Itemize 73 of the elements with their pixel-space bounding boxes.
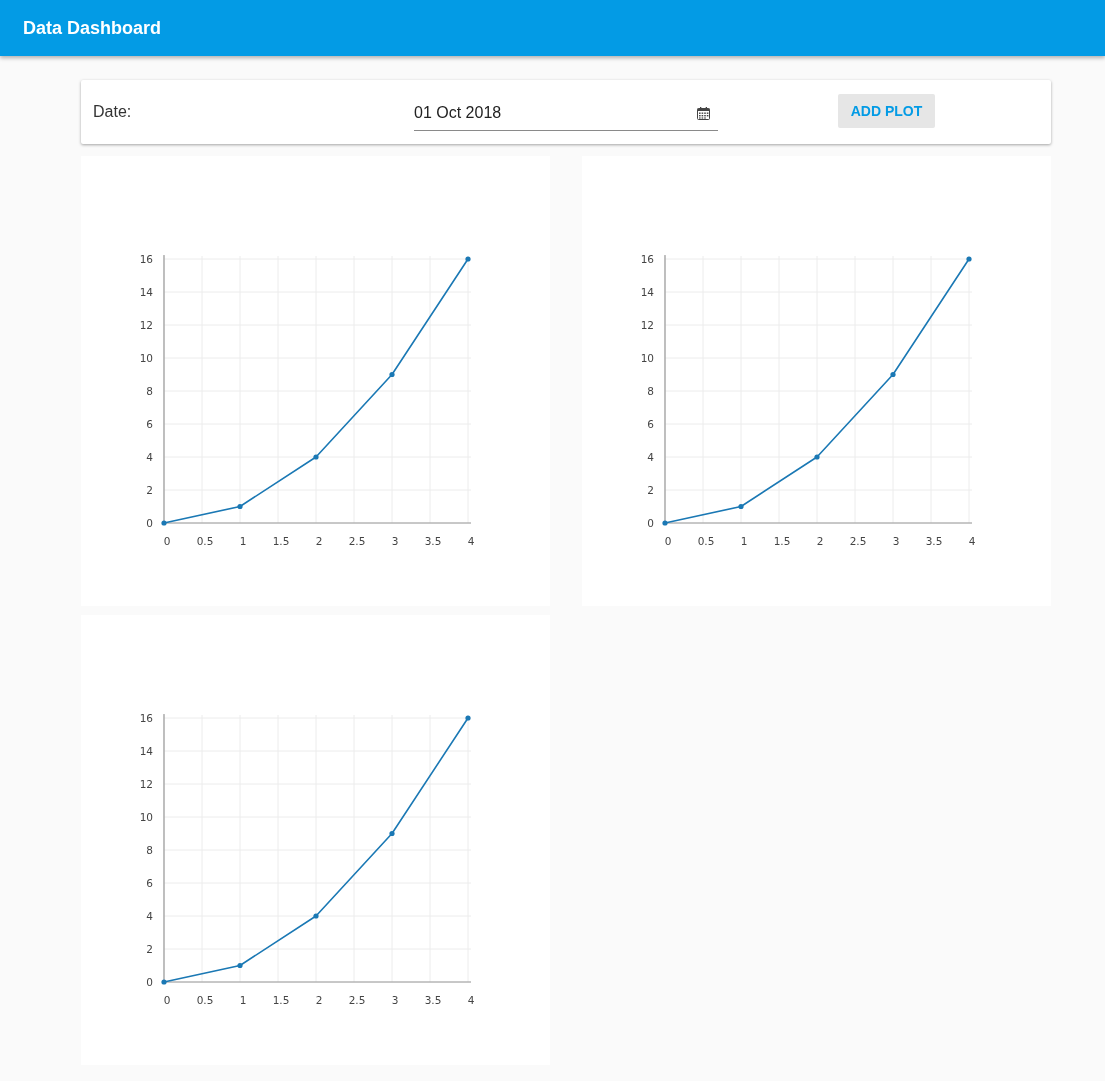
data-point	[465, 715, 471, 721]
x-tick-label: 3.5	[925, 535, 943, 547]
data-point	[389, 830, 395, 837]
y-tick-label: 4	[647, 451, 654, 463]
data-point	[313, 454, 319, 460]
data-point	[237, 962, 243, 969]
x-tick-label: 1.5	[272, 535, 290, 547]
x-tick-label: 4	[467, 535, 475, 547]
date-field[interactable]: 01 Oct 2018	[414, 96, 718, 131]
x-tick-label: 1.5	[773, 535, 791, 547]
x-tick-label: 0.5	[697, 535, 715, 547]
x-tick-label: 4	[467, 994, 475, 1006]
y-tick-label: 4	[146, 451, 153, 463]
y-tick-label: 2	[647, 484, 654, 496]
x-tick-label: 2	[315, 535, 323, 547]
x-tick-label: 2	[816, 535, 824, 547]
x-tick-label: 2.5	[348, 535, 366, 547]
y-tick-label: 10	[139, 352, 153, 364]
x-tick-label: 0	[163, 994, 171, 1006]
y-tick-label: 10	[139, 811, 153, 823]
x-tick-label: 0	[664, 535, 672, 547]
x-tick-label: 3	[391, 535, 399, 547]
y-tick-label: 8	[146, 844, 153, 856]
y-tick-label: 16	[139, 712, 153, 724]
y-tick-label: 12	[640, 319, 654, 331]
y-tick-label: 6	[146, 418, 153, 430]
x-tick-label: 2	[315, 994, 323, 1006]
data-point	[161, 520, 167, 526]
y-tick-label: 16	[139, 253, 153, 265]
y-tick-label: 14	[139, 286, 153, 298]
data-point	[662, 520, 668, 526]
y-tick-label: 0	[146, 517, 153, 529]
x-tick-label: 3	[892, 535, 900, 547]
x-tick-label: 4	[968, 535, 976, 547]
y-tick-label: 12	[139, 319, 153, 331]
x-tick-label: 3.5	[424, 535, 442, 547]
y-tick-label: 16	[640, 253, 654, 265]
data-point	[890, 371, 896, 378]
y-tick-label: 10	[640, 352, 654, 364]
data-point	[738, 503, 744, 510]
data-point	[161, 979, 167, 985]
y-tick-label: 4	[146, 910, 153, 922]
y-tick-label: 8	[647, 385, 654, 397]
y-tick-label: 8	[146, 385, 153, 397]
data-point	[966, 256, 972, 262]
data-point	[237, 503, 243, 510]
y-tick-label: 0	[146, 976, 153, 988]
x-tick-label: 1	[740, 535, 748, 547]
y-tick-label: 6	[146, 877, 153, 889]
y-tick-label: 14	[139, 745, 153, 757]
y-tick-label: 14	[640, 286, 654, 298]
calendar-icon[interactable]	[697, 106, 710, 120]
y-tick-label: 2	[146, 484, 153, 496]
x-tick-label: 1	[239, 535, 247, 547]
x-tick-label: 0.5	[196, 994, 214, 1006]
x-tick-label: 2.5	[348, 994, 366, 1006]
data-point	[313, 913, 319, 919]
data-point	[389, 371, 395, 378]
x-tick-label: 1	[239, 994, 247, 1006]
x-tick-label: 0.5	[196, 535, 214, 547]
x-tick-label: 3	[391, 994, 399, 1006]
data-point	[814, 454, 820, 460]
x-tick-label: 0	[163, 535, 171, 547]
data-point	[465, 256, 471, 262]
x-tick-label: 1.5	[272, 994, 290, 1006]
y-tick-label: 6	[647, 418, 654, 430]
x-tick-label: 2.5	[849, 535, 867, 547]
y-tick-label: 2	[146, 943, 153, 955]
y-tick-label: 12	[139, 778, 153, 790]
date-label: Date:	[93, 103, 133, 121]
y-tick-label: 0	[647, 517, 654, 529]
app-title: Data Dashboard	[23, 17, 162, 39]
x-tick-label: 3.5	[424, 994, 442, 1006]
